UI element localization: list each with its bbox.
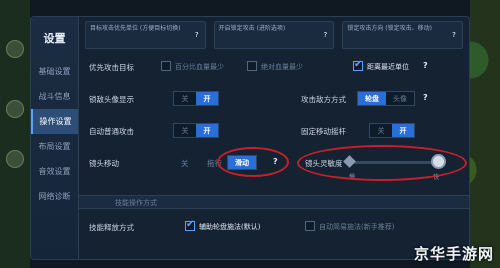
settings-panel: 设置 基础设置 战斗信息 操作设置 布局设置 音效设置 网络诊断 目标攻击优先单位 (方便… [30, 16, 470, 260]
sidebar-item-4[interactable]: 音效设置 [31, 159, 78, 184]
lock-camera-toggle[interactable]: 关 开 [173, 91, 219, 106]
skill-section-header: 技能操作方式 [79, 195, 469, 209]
fixed-joystick-toggle[interactable]: 关 开 [369, 123, 415, 138]
attack-dir-toggle[interactable]: 轮盘 头像 [357, 91, 415, 106]
top-hint-help-icon[interactable]: ? [320, 30, 330, 40]
skill-cast-option-0-checkbox[interactable] [185, 219, 195, 231]
lock-camera-row: 锁敌头像显示 关 开 攻击敌方方式 轮盘 头像 ? [79, 89, 469, 109]
top-hint-text: 目标攻击优先单位 (方便目标切换) [90, 25, 181, 32]
priority-option-1-label: 绝对血量最少 [261, 63, 303, 71]
auto-attack-row: 自动普通攻击 关 开 固定移动摇杆 关 开 [79, 121, 469, 141]
top-hints: 目标攻击优先单位 (方便目标切换)? 开启锁定攻击 (进阶选项)? 锁定攻击方向 (… [79, 17, 469, 53]
operation-settings-content: 目标攻击优先单位 (方便目标切换)? 开启锁定攻击 (进阶选项)? 锁定攻击方向 (… [79, 17, 469, 259]
lock-camera-off[interactable]: 关 [174, 92, 196, 105]
priority-option-0-label: 百分比血量最少 [175, 63, 224, 71]
sidebar-item-1[interactable]: 战斗信息 [31, 84, 78, 109]
watermark: 京华手游网 [413, 245, 494, 263]
sidebar-item-3[interactable]: 布局设置 [31, 134, 78, 159]
attack-dir-avatar[interactable]: 头像 [386, 92, 414, 105]
skill-cast-option-1-checkbox[interactable] [305, 221, 315, 231]
camera-move-off[interactable]: 关 [181, 158, 189, 169]
fixed-joystick-off[interactable]: 关 [370, 124, 392, 137]
fixed-joystick-on[interactable]: 开 [392, 124, 414, 137]
camera-move-drag[interactable]: 拖行 [207, 158, 222, 169]
top-hint-help-icon[interactable]: ? [449, 30, 459, 40]
camera-move-toggle[interactable]: 滑动 [227, 155, 257, 170]
sidebar-item-5[interactable]: 网络诊断 [31, 184, 78, 209]
auto-attack-label: 自动普通攻击 [89, 127, 134, 136]
priority-target-label: 优先攻击目标 [89, 63, 134, 72]
priority-target-row: 优先攻击目标 百分比血量最少 绝对血量最少 距离最近单位 ? [79, 57, 469, 77]
attack-dir-wheel[interactable]: 轮盘 [358, 92, 386, 105]
minimap-icon [6, 40, 24, 58]
priority-option-2-checkbox[interactable] [353, 59, 363, 71]
fixed-joystick-label: 固定移动摇杆 [301, 127, 346, 136]
top-hint-0: 目标攻击优先单位 (方便目标切换)? [85, 21, 206, 49]
attack-dir-label: 攻击敌方方式 [301, 95, 346, 104]
skill-cast-row: 技能释放方式 辅助轮盘施法(默认) 自动简易施法(新手推荐) [79, 217, 469, 237]
camera-move-slide[interactable]: 滑动 [228, 156, 256, 169]
sensitivity-slow-label: 慢 [349, 174, 356, 181]
top-hint-1: 开启锁定攻击 (进阶选项)? [213, 21, 335, 49]
top-hint-help-icon[interactable]: ? [192, 30, 202, 40]
priority-option-1-checkbox[interactable] [247, 61, 257, 71]
settings-title: 设置 [43, 32, 66, 45]
sensitivity-label: 镜头灵敏度 [305, 159, 343, 168]
skill-cast-option-1-label: 自动简易施法(新手推荐) [319, 223, 395, 231]
priority-option-0-checkbox[interactable] [161, 61, 171, 71]
top-hint-2: 锁定攻击方向 (锁定攻击、移动)? [342, 21, 464, 49]
camera-move-help-icon[interactable]: ? [273, 157, 278, 166]
sidebar-item-0[interactable]: 基础设置 [31, 59, 78, 84]
auto-attack-on[interactable]: 开 [196, 124, 218, 137]
skill-cast-option-0-label: 辅助轮盘施法(默认) [199, 223, 261, 231]
lock-camera-on[interactable]: 开 [196, 92, 218, 105]
skill-section-label: 技能操作方式 [115, 199, 157, 207]
camera-move-label: 镜头移动 [89, 159, 119, 168]
auto-attack-off[interactable]: 关 [174, 124, 196, 137]
skill-cast-label: 技能释放方式 [89, 223, 134, 232]
gold-icon [6, 100, 24, 118]
sensitivity-fast-label: 快 [433, 174, 440, 181]
item-icon [6, 150, 24, 168]
priority-help-icon[interactable]: ? [423, 61, 428, 70]
sensitivity-min-handle[interactable] [343, 155, 356, 168]
top-hint-text: 开启锁定攻击 (进阶选项) [218, 25, 286, 32]
camera-move-row: 镜头移动 关 拖行 滑动 ? 镜头灵敏度 慢 快 [79, 145, 469, 181]
lock-camera-label: 锁敌头像显示 [89, 95, 134, 104]
sensitivity-slider-track[interactable] [347, 161, 437, 164]
sidebar-item-2[interactable]: 操作设置 [31, 109, 78, 134]
sensitivity-slider-thumb[interactable] [431, 154, 446, 169]
auto-attack-toggle[interactable]: 关 开 [173, 123, 219, 138]
priority-option-2-label: 距离最近单位 [367, 63, 409, 71]
settings-sidebar: 设置 基础设置 战斗信息 操作设置 布局设置 音效设置 网络诊断 [31, 17, 79, 259]
top-hint-text: 锁定攻击方向 (锁定攻击、移动) [347, 25, 432, 32]
attack-dir-help-icon[interactable]: ? [423, 93, 428, 102]
